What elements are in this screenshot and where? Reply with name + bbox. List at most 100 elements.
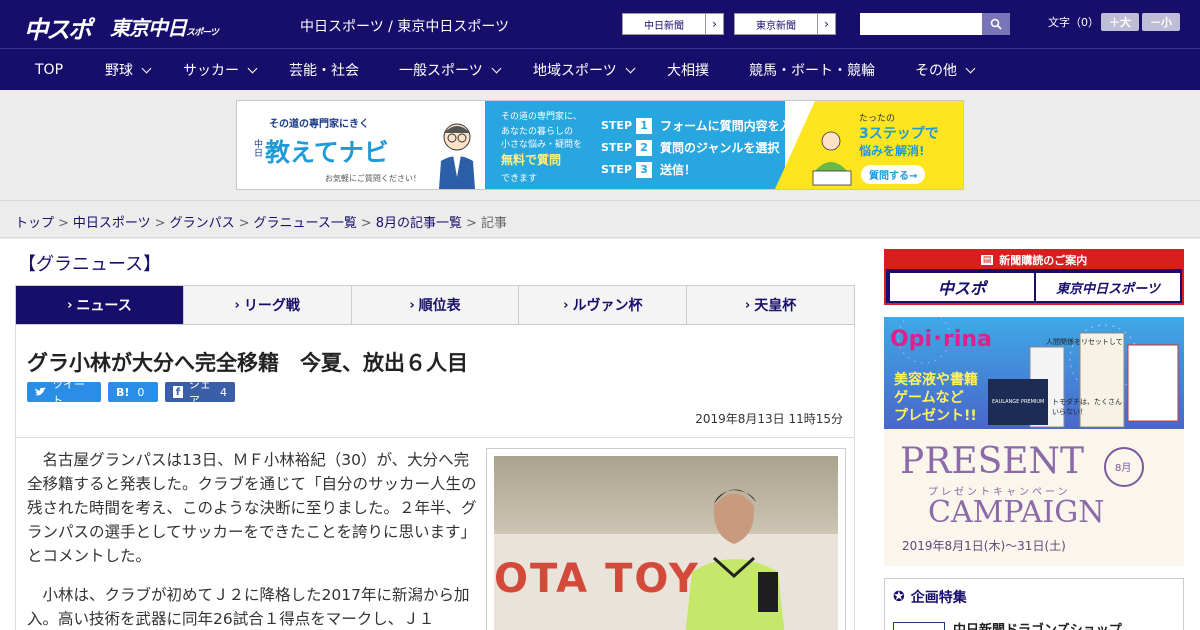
special-item-dragons-shop[interactable]: 中日新聞ドラゴンズショップ: [893, 619, 1122, 630]
nav-racing[interactable]: 競馬・ボート・競輪: [749, 49, 875, 91]
tokyo-logo-text: 東京中日: [110, 16, 187, 40]
newspaper-icon: ▤: [980, 255, 994, 265]
ribbon-icon: ✪: [893, 589, 905, 605]
tab-league[interactable]: › リーグ戦: [182, 286, 351, 324]
step-word: STEP: [601, 163, 633, 176]
site-header: 中スポ 東京中日スポーツ 中日スポーツ / 東京中日スポーツ 中日新聞 › 東京…: [0, 0, 1200, 48]
nav-top[interactable]: TOP: [35, 49, 63, 91]
banner-mid-3: 小さな悩み・疑問を: [501, 140, 583, 150]
chevron-right-icon: ›: [234, 297, 240, 313]
article-header: グラ小林が大分へ完全移籍 今夏、放出６人目 ツイート B! 0 f シェア 4 …: [15, 325, 855, 438]
breadcrumb-separator: >: [58, 216, 69, 231]
chuspo-logo[interactable]: 中スポ: [24, 10, 92, 45]
article-headline: グラ小林が大分へ完全移籍 今夏、放出６人目: [27, 351, 468, 375]
facebook-share-button[interactable]: f シェア 4: [165, 378, 235, 407]
banner-left-panel: その道の専門家にきく 中日 教えてナビ お気軽にご質問ください！: [237, 101, 485, 189]
banner-yellow-3: 悩みを解消!: [859, 144, 925, 158]
campaign-line-3: プレゼント!!: [894, 408, 977, 424]
step-number: 3: [636, 161, 653, 178]
step-number: 1: [636, 117, 653, 134]
nav-sumo[interactable]: 大相撲: [667, 49, 709, 91]
special-features-title: 企画特集: [910, 590, 967, 606]
campaign-month: 8月: [1115, 463, 1132, 474]
banner-mid-free: 無料で質問: [501, 153, 562, 167]
nav-label: その他: [915, 63, 957, 79]
campaign-brand: Opi･rina: [890, 327, 992, 352]
campaign-book-title: 人間関係をリセットして: [1046, 338, 1123, 346]
nav-soccer[interactable]: サッカー: [183, 49, 258, 91]
breadcrumb-item-news-list[interactable]: グラニュース一覧: [254, 216, 357, 231]
shop-thumbnail-icon: [893, 621, 945, 630]
nav-other[interactable]: その他: [915, 49, 976, 91]
search-input[interactable]: [860, 13, 982, 35]
banner-step-3: STEP 3 送信！: [601, 161, 696, 178]
banner-note: お気軽にご質問ください！: [325, 174, 421, 183]
tab-label: ルヴァン杯: [572, 298, 643, 314]
site-names[interactable]: 中日スポーツ / 東京中日スポーツ: [300, 16, 509, 36]
nav-label: 野球: [105, 63, 133, 79]
breadcrumb-item-grampus[interactable]: グランパス: [170, 216, 235, 231]
nav-general-sports[interactable]: 一般スポーツ: [399, 49, 502, 91]
font-smaller-button[interactable]: －小: [1142, 13, 1180, 31]
tweet-button[interactable]: ツイート: [27, 378, 101, 407]
breadcrumb-item-top[interactable]: トップ: [15, 216, 54, 231]
ext-link-label: 東京新聞: [756, 20, 796, 32]
subscription-title: ▤ 新聞購読のご案内: [886, 251, 1182, 269]
campaign-title-2: CAMPAIGN: [928, 495, 1105, 530]
facebook-icon: f: [173, 386, 183, 398]
breadcrumb-item-chunichi-sports[interactable]: 中日スポーツ: [73, 216, 151, 231]
breadcrumb-separator: >: [154, 216, 166, 231]
tokyo-shimbun-link[interactable]: 東京新聞 ›: [734, 13, 836, 35]
breadcrumb-item-august[interactable]: 8月の記事一覧: [376, 216, 462, 231]
font-size-label: 文字（0）: [1048, 16, 1099, 29]
banner-brand-prefix: 中日: [252, 139, 262, 157]
banner-tagline: その道の専門家にきく: [269, 119, 369, 130]
breadcrumb-separator: >: [466, 216, 477, 231]
article-photo[interactable]: OTA TOY: [494, 456, 838, 630]
article-date: 2019年8月13日 11時15分: [695, 412, 843, 426]
search-button[interactable]: [982, 13, 1010, 35]
breadcrumb-separator: >: [238, 216, 250, 231]
chevron-down-icon: [491, 63, 502, 73]
ad-banner[interactable]: その道の専門家にきく 中日 教えてナビ お気軽にご質問ください！ その道の専門家…: [236, 100, 964, 190]
tokyo-chunichi-logo[interactable]: 東京中日スポーツ: [110, 12, 219, 41]
tab-emperors-cup[interactable]: › 天皇杯: [686, 286, 854, 324]
chevron-right-icon: ›: [409, 297, 415, 313]
present-campaign-ad[interactable]: Opi･rina 美容液や書籍 ゲームなど プレゼント!! 人間関係をリセットし…: [884, 317, 1184, 566]
subscription-box[interactable]: ▤ 新聞購読のご案内 中スポ 東京中日スポーツ: [884, 249, 1184, 305]
banner-yellow-2: 3ステップで: [859, 126, 939, 142]
chevron-right-icon: ›: [817, 14, 835, 34]
font-larger-button[interactable]: ＋大: [1101, 13, 1139, 31]
twitter-icon: [35, 387, 47, 396]
tokyo-chunichi-sub-logo[interactable]: 東京中日スポーツ: [1036, 273, 1180, 301]
tab-label: 順位表: [418, 298, 461, 314]
tokyo-logo-small: スポーツ: [186, 28, 219, 38]
tab-news[interactable]: › ニュース: [16, 286, 183, 324]
nav-entertainment[interactable]: 芸能・社会: [289, 49, 359, 91]
article-body: 名古屋グランパスは13日、ＭＦ小林裕紀（30）が、大分へ完全移籍すると発表した。…: [15, 438, 855, 630]
chevron-right-icon: ›: [563, 297, 569, 313]
banner-right-panel: たったの 3ステップで 悩みを解消! 質問する→: [775, 101, 963, 189]
facebook-count: 4: [220, 385, 227, 399]
step-word: STEP: [601, 141, 633, 154]
tab-levain-cup[interactable]: › ルヴァン杯: [518, 286, 686, 324]
hatena-icon: B!: [116, 385, 130, 399]
banner-mid-1: その道の専門家に、: [501, 112, 582, 122]
chuspo-sub-logo[interactable]: 中スポ: [890, 273, 1034, 301]
nav-label: サッカー: [183, 63, 239, 79]
nav-local-sports[interactable]: 地域スポーツ: [533, 49, 636, 91]
banner-mid-2: あなたの暮らしの: [501, 127, 574, 137]
step-number: 2: [636, 139, 653, 156]
chunichi-shimbun-link[interactable]: 中日新聞 ›: [622, 13, 724, 35]
tab-standings[interactable]: › 順位表: [350, 286, 519, 324]
banner-cta[interactable]: 質問する→: [861, 165, 926, 184]
hatena-count: 0: [137, 385, 145, 399]
campaign-product: EAULANGE PREMIUM: [992, 399, 1045, 405]
campaign-dates: 2019年8月1日(木)〜31日(土): [902, 539, 1066, 553]
hatena-bookmark-button[interactable]: B! 0: [108, 382, 158, 402]
nav-baseball[interactable]: 野球: [105, 49, 152, 91]
player-figure: [685, 489, 785, 630]
ext-link-label: 中日新聞: [644, 20, 684, 32]
article-paragraph: 小林は、クラブが初めてＪ２に降格した2017年に新潟から加入。高い技術を武器に同…: [27, 586, 470, 628]
campaign-line-1: 美容液や書籍: [894, 372, 978, 388]
